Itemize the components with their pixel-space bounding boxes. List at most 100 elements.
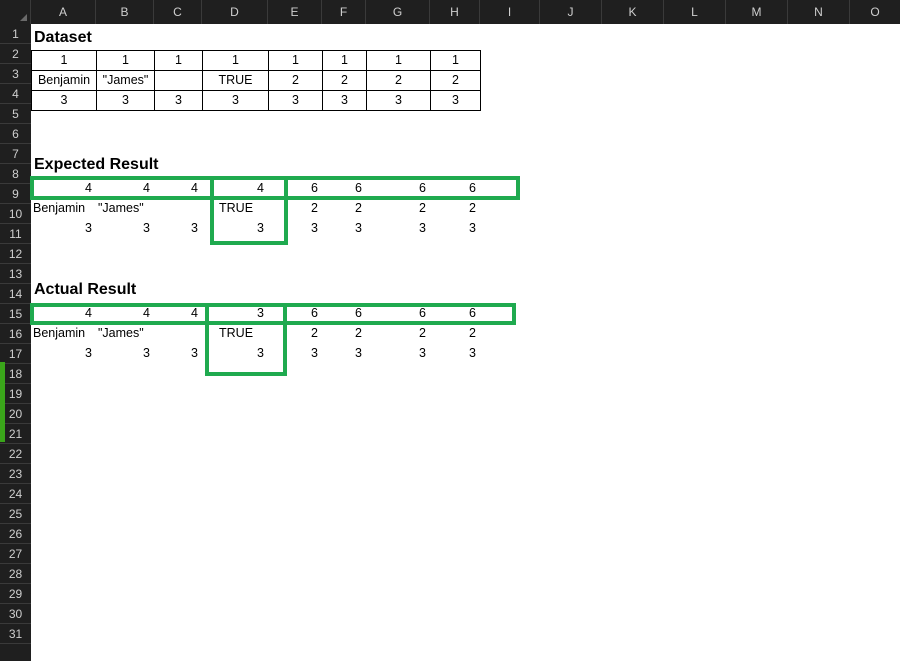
cell-c4[interactable]: 3 — [154, 90, 203, 111]
cell-c3[interactable] — [154, 70, 203, 91]
cell-g10[interactable]: 3 — [366, 218, 430, 238]
cell-b10[interactable]: 3 — [96, 218, 154, 238]
row-header-30[interactable]: 30 — [0, 604, 31, 624]
cell-b16[interactable]: 3 — [96, 343, 154, 363]
cell-e4[interactable]: 3 — [268, 90, 323, 111]
row-header-8[interactable]: 8 — [0, 164, 31, 184]
column-header-k[interactable]: K — [602, 0, 664, 24]
row-header-16[interactable]: 16 — [0, 324, 31, 344]
row-header-26[interactable]: 26 — [0, 524, 31, 544]
cell-c16[interactable]: 3 — [154, 343, 202, 363]
cell-a4[interactable]: 3 — [31, 90, 97, 111]
column-header-f[interactable]: F — [322, 0, 366, 24]
actual-column-highlight — [205, 303, 287, 376]
cell-g15[interactable]: 2 — [366, 323, 430, 343]
cell-a3[interactable]: Benjamin — [31, 70, 97, 91]
cell-d4[interactable]: 3 — [202, 90, 269, 111]
row-header-22[interactable]: 22 — [0, 444, 31, 464]
column-header-n[interactable]: N — [788, 0, 850, 24]
cell-e3[interactable]: 2 — [268, 70, 323, 91]
column-header-e[interactable]: E — [268, 0, 322, 24]
cell-e2[interactable]: 1 — [268, 50, 323, 71]
cell-b4[interactable]: 3 — [96, 90, 155, 111]
cell-c15[interactable] — [154, 323, 202, 343]
row-header-11[interactable]: 11 — [0, 224, 31, 244]
cell-g9[interactable]: 2 — [366, 198, 430, 218]
row-header-6[interactable]: 6 — [0, 124, 31, 144]
cell-g4[interactable]: 3 — [366, 90, 431, 111]
cell-h4[interactable]: 3 — [430, 90, 481, 111]
cell-h10[interactable]: 3 — [430, 218, 480, 238]
cell-a2[interactable]: 1 — [31, 50, 97, 71]
cell-c2[interactable]: 1 — [154, 50, 203, 71]
row-header-9[interactable]: 9 — [0, 184, 31, 204]
cell-a10[interactable]: 3 — [31, 218, 96, 238]
row-header-28[interactable]: 28 — [0, 564, 31, 584]
row-header-29[interactable]: 29 — [0, 584, 31, 604]
cell-g2[interactable]: 1 — [366, 50, 431, 71]
cell-f10[interactable]: 3 — [322, 218, 366, 238]
row-header-25[interactable]: 25 — [0, 504, 31, 524]
dataset-row-2: 1 1 1 1 1 1 1 1 — [31, 50, 481, 71]
cell-f3[interactable]: 2 — [322, 70, 367, 91]
cell-f4[interactable]: 3 — [322, 90, 367, 111]
actual-result-title: Actual Result — [34, 281, 137, 298]
row-header-5[interactable]: 5 — [0, 104, 31, 124]
cell-a15[interactable]: Benjamin — [31, 323, 96, 343]
row-header-10[interactable]: 10 — [0, 204, 31, 224]
cell-h2[interactable]: 1 — [430, 50, 481, 71]
row-header-14[interactable]: 14 — [0, 284, 31, 304]
row-header-2[interactable]: 2 — [0, 44, 31, 64]
column-header-d[interactable]: D — [202, 0, 268, 24]
cell-b2[interactable]: 1 — [96, 50, 155, 71]
column-header-j[interactable]: J — [540, 0, 602, 24]
cell-f2[interactable]: 1 — [322, 50, 367, 71]
column-header-g[interactable]: G — [366, 0, 430, 24]
dataset-row-4: 3 3 3 3 3 3 3 3 — [31, 90, 481, 111]
cell-h9[interactable]: 2 — [430, 198, 480, 218]
cell-g16[interactable]: 3 — [366, 343, 430, 363]
cell-h3[interactable]: 2 — [430, 70, 481, 91]
row-header-4[interactable]: 4 — [0, 84, 31, 104]
row-header-13[interactable]: 13 — [0, 264, 31, 284]
select-all-corner[interactable] — [0, 0, 31, 24]
dataset-row-3: Benjamin "James" TRUE 2 2 2 2 — [31, 70, 481, 91]
row-header-7[interactable]: 7 — [0, 144, 31, 164]
column-header-c[interactable]: C — [154, 0, 202, 24]
dataset-table: 1 1 1 1 1 1 1 1 Benjamin "James" TRUE 2 … — [31, 50, 481, 111]
cell-b3[interactable]: "James" — [96, 70, 155, 91]
cell-b9[interactable]: "James" — [96, 198, 154, 218]
row-header-17[interactable]: 17 — [0, 344, 31, 364]
cell-c9[interactable] — [154, 198, 202, 218]
column-header-m[interactable]: M — [726, 0, 788, 24]
column-header-a[interactable]: A — [31, 0, 96, 24]
column-header-o[interactable]: O — [850, 0, 900, 24]
row-header-bar: 1 2 3 4 5 6 7 8 9 10 11 12 13 14 15 16 17 18 19 20 21 22 23 24 2… — [0, 24, 31, 661]
column-header-i[interactable]: I — [480, 0, 540, 24]
cell-g3[interactable]: 2 — [366, 70, 431, 91]
cell-f15[interactable]: 2 — [322, 323, 366, 343]
row-header-31[interactable]: 31 — [0, 624, 31, 644]
column-header-l[interactable]: L — [664, 0, 726, 24]
row-header-15[interactable]: 15 — [0, 304, 31, 324]
row-header-27[interactable]: 27 — [0, 544, 31, 564]
row-header-12[interactable]: 12 — [0, 244, 31, 264]
row-header-24[interactable]: 24 — [0, 484, 31, 504]
column-header-h[interactable]: H — [430, 0, 480, 24]
cell-f9[interactable]: 2 — [322, 198, 366, 218]
column-header-b[interactable]: B — [96, 0, 154, 24]
cell-f16[interactable]: 3 — [322, 343, 366, 363]
cell-a16[interactable]: 3 — [31, 343, 96, 363]
row-header-1[interactable]: 1 — [0, 24, 31, 44]
cell-a9[interactable]: Benjamin — [31, 198, 96, 218]
cell-h16[interactable]: 3 — [430, 343, 480, 363]
expected-result-title: Expected Result — [34, 156, 159, 173]
cell-d2[interactable]: 1 — [202, 50, 269, 71]
row-header-23[interactable]: 23 — [0, 464, 31, 484]
cell-b15[interactable]: "James" — [96, 323, 154, 343]
cell-d3[interactable]: TRUE — [202, 70, 269, 91]
row-header-3[interactable]: 3 — [0, 64, 31, 84]
cell-h15[interactable]: 2 — [430, 323, 480, 343]
column-header-bar: A B C D E F G H I J K L M N O — [0, 0, 900, 24]
cell-c10[interactable]: 3 — [154, 218, 202, 238]
